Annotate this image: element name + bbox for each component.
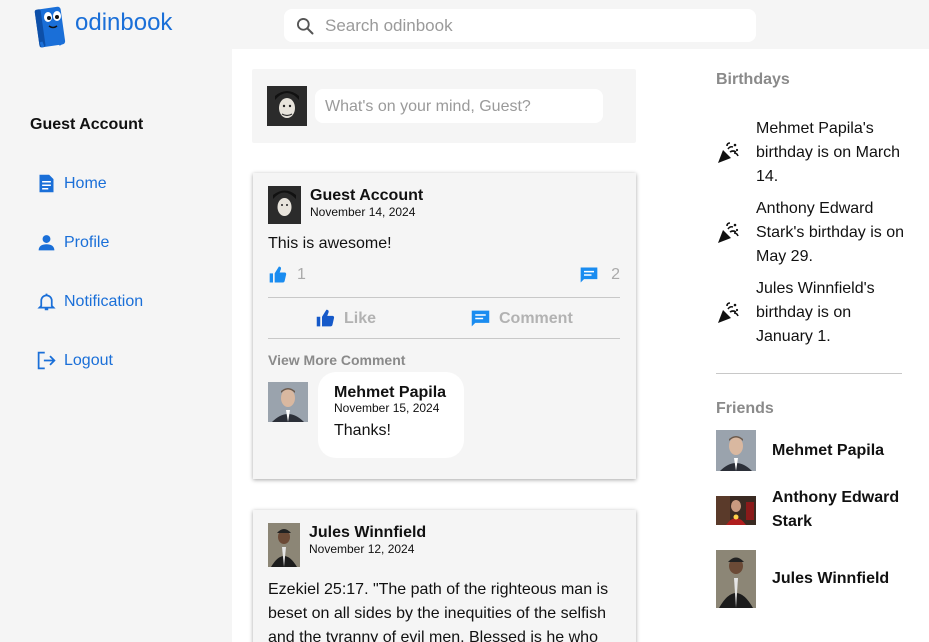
- post-date: November 14, 2024: [310, 205, 416, 219]
- friend-item[interactable]: Mehmet Papila: [716, 430, 912, 471]
- sidebar-item-logout[interactable]: Logout: [36, 350, 113, 371]
- sidebar-item-label: Logout: [64, 351, 113, 369]
- like-button[interactable]: Like: [315, 308, 376, 329]
- divider: [268, 338, 620, 339]
- post-header: Guest Account November 14, 2024: [268, 186, 423, 224]
- birthday-item: Mehmet Papila's birthday is on March 14.: [716, 117, 904, 189]
- brand-logo[interactable]: odinbook: [34, 2, 172, 48]
- friend-name: Mehmet Papila: [772, 441, 885, 459]
- bell-icon: [37, 293, 56, 311]
- comment-date: November 15, 2024: [334, 401, 440, 415]
- right-sidebar: Birthdays Mehmet Papila's birthday is on…: [656, 49, 929, 642]
- birthday-item: Anthony Edward Stark's birthday is on Ma…: [716, 197, 904, 269]
- post-body: This is awesome!: [268, 235, 392, 252]
- comment-icon: [471, 310, 490, 327]
- status-input[interactable]: What's on your mind, Guest?: [315, 89, 603, 123]
- thumbs-up-icon: [269, 266, 287, 283]
- thumbs-up-icon: [316, 309, 335, 327]
- post-date: November 12, 2024: [309, 542, 415, 556]
- like-count: 1: [268, 265, 306, 285]
- account-name: Guest Account: [30, 116, 144, 133]
- friends-title: Friends: [716, 400, 774, 417]
- avatar: [716, 430, 756, 471]
- comment-button[interactable]: Comment: [470, 308, 573, 329]
- friend-item[interactable]: Jules Winnfield: [716, 550, 912, 608]
- avatar[interactable]: [268, 186, 301, 224]
- comment-icon: [580, 267, 598, 283]
- comment-author[interactable]: Mehmet Papila: [334, 384, 464, 401]
- friend-item[interactable]: Anthony Edward Stark: [716, 486, 912, 534]
- party-popper-icon: [718, 302, 739, 323]
- birthday-text: Mehmet Papila's birthday is on March 14.: [756, 120, 901, 185]
- view-more-comments-link[interactable]: View More Comment: [268, 352, 405, 368]
- friend-name: Jules Winnfield: [772, 570, 890, 587]
- sidebar-item-profile[interactable]: Profile: [36, 232, 109, 253]
- search-icon: [297, 17, 314, 34]
- sidebar-item-notification[interactable]: Notification: [36, 291, 143, 312]
- sidebar-item-label: Home: [64, 174, 107, 192]
- document-icon: [39, 174, 54, 193]
- comment-text: Thanks!: [334, 422, 391, 439]
- feed: What's on your mind, Guest? Guest Accoun…: [232, 49, 656, 642]
- left-sidebar: Guest Account Home Profile Notification …: [0, 49, 232, 642]
- party-popper-icon: [718, 142, 739, 163]
- post-card: Guest Account November 14, 2024 This is …: [253, 173, 636, 479]
- brand-name: odinbook: [75, 9, 173, 36]
- friend-name: Anthony Edward Stark: [772, 489, 900, 530]
- logout-icon: [37, 351, 56, 370]
- birthday-text: Anthony Edward Stark's birthday is on Ma…: [756, 200, 904, 265]
- party-popper-icon: [718, 222, 739, 243]
- avatar[interactable]: [268, 523, 300, 567]
- post-header: Jules Winnfield November 12, 2024: [268, 523, 426, 567]
- sidebar-item-label: Profile: [64, 233, 110, 251]
- avatar: [267, 86, 307, 126]
- divider: [268, 297, 620, 298]
- sidebar-item-label: Notification: [64, 292, 144, 310]
- birthdays-title: Birthdays: [716, 71, 790, 88]
- post-body: Ezekiel 25:17. "The path of the righteou…: [268, 581, 609, 642]
- birthday-text: Jules Winnfield's birthday is on January…: [756, 280, 875, 345]
- divider: [716, 373, 902, 374]
- post-composer: What's on your mind, Guest?: [252, 69, 636, 143]
- book-mascot-icon: [34, 6, 66, 48]
- comment-count: 2: [579, 265, 620, 285]
- birthday-item: Jules Winnfield's birthday is on January…: [716, 277, 904, 349]
- post-author[interactable]: Guest Account: [310, 187, 423, 205]
- post-stats: 1 2: [268, 265, 620, 287]
- sidebar-item-home[interactable]: Home: [36, 173, 107, 194]
- avatar: [716, 550, 756, 608]
- avatar[interactable]: [268, 382, 308, 422]
- search-bar[interactable]: [284, 9, 756, 42]
- post-card: Jules Winnfield November 12, 2024 Ezekie…: [253, 510, 636, 642]
- comment-bubble: Mehmet Papila November 15, 2024 Thanks!: [318, 372, 464, 458]
- top-bar: odinbook: [0, 0, 929, 49]
- search-input[interactable]: [325, 15, 725, 36]
- person-icon: [38, 235, 55, 251]
- avatar: [716, 495, 756, 525]
- post-author[interactable]: Jules Winnfield: [309, 524, 426, 542]
